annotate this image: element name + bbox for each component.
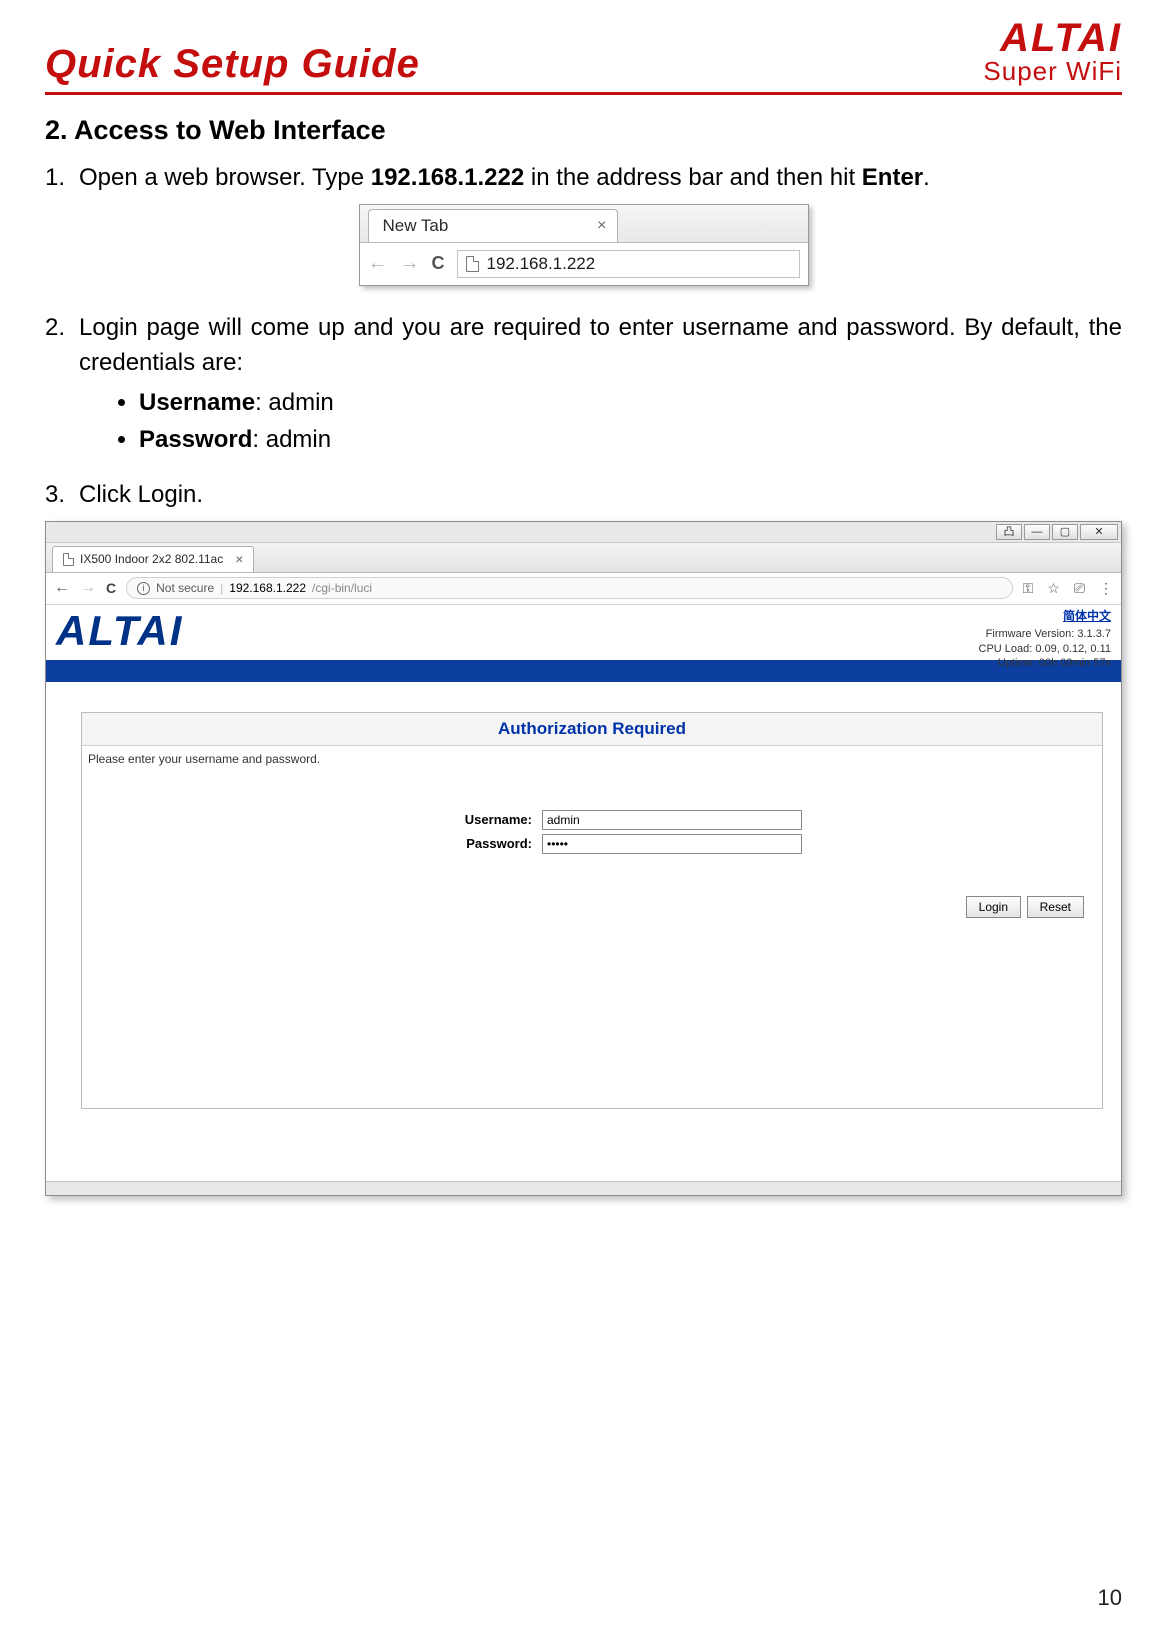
login-form: Username: Password: <box>82 766 1102 878</box>
tab-strip: New Tab × <box>360 205 808 243</box>
maximize-icon[interactable]: ▢ <box>1052 524 1078 540</box>
step-number: 1. <box>45 161 79 196</box>
close-icon[interactable]: × <box>597 217 606 235</box>
browser-screenshot-small: New Tab × ← → C 192.168.1.222 <box>359 204 809 286</box>
username-label: Username: <box>382 812 532 827</box>
login-panel: Authorization Required Please enter your… <box>81 712 1103 1109</box>
language-link[interactable]: 简体中文 <box>979 609 1112 625</box>
key-icon[interactable]: ⚿ <box>1023 580 1034 597</box>
page-body: ALTAI 简体中文 Firmware Version: 3.1.3.7 CPU… <box>46 605 1121 1195</box>
url-path: /cgi-bin/luci <box>312 581 372 595</box>
step-number: 2. <box>45 311 79 468</box>
step-number: 3. <box>45 478 79 513</box>
key-enter: Enter <box>862 164 923 191</box>
ip-address: 192.168.1.222 <box>371 164 524 191</box>
password-label: Password <box>139 426 252 453</box>
reload-icon[interactable]: C <box>106 580 116 596</box>
nav-strip <box>46 660 1121 682</box>
section-title: Access to Web Interface <box>74 115 386 145</box>
step-body: Click Login. <box>79 478 1122 513</box>
list-item: Username: admin <box>139 386 1122 421</box>
browser-tab[interactable]: IX500 Indoor 2x2 802.11ac × <box>52 546 254 572</box>
forward-icon[interactable]: → <box>400 252 420 275</box>
login-screenshot: 凸 — ▢ ✕ IX500 Indoor 2x2 802.11ac × ← → … <box>45 521 1122 1196</box>
logo-text: ALTAI <box>983 20 1122 56</box>
url-host: 192.168.1.222 <box>229 581 306 595</box>
firmware-line: Firmware Version: 3.1.3.7 <box>986 628 1111 640</box>
step-1: 1. Open a web browser. Type 192.168.1.22… <box>45 161 1122 196</box>
star-icon[interactable]: ☆ <box>1047 580 1060 597</box>
horizontal-scrollbar[interactable] <box>46 1181 1121 1195</box>
brand-logo: ALTAI Super WiFi <box>983 20 1122 87</box>
username-row: Username: <box>82 810 1102 830</box>
back-icon[interactable]: ← <box>54 579 70 597</box>
button-row: Login Reset <box>82 878 1102 918</box>
username-input[interactable] <box>542 810 802 830</box>
url-text: 192.168.1.222 <box>487 254 596 274</box>
back-icon[interactable]: ← <box>368 252 388 275</box>
tab-title: IX500 Indoor 2x2 802.11ac <box>80 552 223 566</box>
logo-subtext: Super WiFi <box>983 56 1122 87</box>
section-number: 2. <box>45 115 68 145</box>
toolbar: ← → C i Not secure | 192.168.1.222/cgi-b… <box>46 573 1121 605</box>
uptime-line: Uptime: 00h 09min 57s <box>998 657 1111 669</box>
doc-title: Quick Setup Guide <box>45 42 420 87</box>
step-body: Open a web browser. Type 192.168.1.222 i… <box>79 161 1122 196</box>
login-button[interactable]: Login <box>966 896 1021 918</box>
step-body: Login page will come up and you are requ… <box>79 311 1122 468</box>
tab-title: New Tab <box>383 216 449 236</box>
step-2: 2. Login page will come up and you are r… <box>45 311 1122 468</box>
minimize-icon[interactable]: — <box>1024 524 1050 540</box>
password-label: Password: <box>382 836 532 851</box>
file-icon <box>63 553 74 566</box>
step-3: 3. Click Login. <box>45 478 1122 513</box>
window-controls: 凸 — ▢ ✕ <box>46 522 1121 543</box>
toolbar: ← → C 192.168.1.222 <box>360 243 808 285</box>
section-heading: 2. Access to Web Interface <box>45 115 1122 146</box>
address-bar[interactable]: i Not secure | 192.168.1.222/cgi-bin/luc… <box>126 577 1012 599</box>
close-icon[interactable]: × <box>235 551 243 567</box>
security-text: Not secure <box>156 581 214 595</box>
password-row: Password: <box>82 834 1102 854</box>
password-input[interactable] <box>542 834 802 854</box>
tab-strip: IX500 Indoor 2x2 802.11ac × <box>46 543 1121 573</box>
page-header: Quick Setup Guide ALTAI Super WiFi <box>45 20 1122 95</box>
reset-button[interactable]: Reset <box>1027 896 1084 918</box>
forward-icon[interactable]: → <box>80 579 96 597</box>
cpu-line: CPU Load: 0.09, 0.12, 0.11 <box>979 643 1112 655</box>
info-icon[interactable]: i <box>137 582 150 595</box>
username-label: Username <box>139 389 255 416</box>
cast-icon[interactable]: ⎚ <box>1074 580 1085 597</box>
auth-hint: Please enter your username and password. <box>82 746 1102 766</box>
browser-tab[interactable]: New Tab × <box>368 209 618 242</box>
credentials-list: Username: admin Password: admin <box>119 386 1122 458</box>
toolbar-right: ⚿ ☆ ⎚ ⋮ <box>1023 580 1113 597</box>
address-bar[interactable]: 192.168.1.222 <box>457 250 800 278</box>
reload-icon[interactable]: C <box>432 253 445 274</box>
menu-icon[interactable]: ⋮ <box>1099 580 1113 597</box>
list-item: Password: admin <box>139 423 1122 458</box>
status-block: 简体中文 Firmware Version: 3.1.3.7 CPU Load:… <box>979 609 1112 670</box>
profile-icon[interactable]: 凸 <box>996 524 1022 540</box>
altai-logo: ALTAI <box>46 605 193 655</box>
auth-title: Authorization Required <box>82 713 1102 746</box>
close-icon[interactable]: ✕ <box>1080 524 1118 540</box>
page-number: 10 <box>1098 1585 1122 1611</box>
file-icon <box>466 256 479 272</box>
